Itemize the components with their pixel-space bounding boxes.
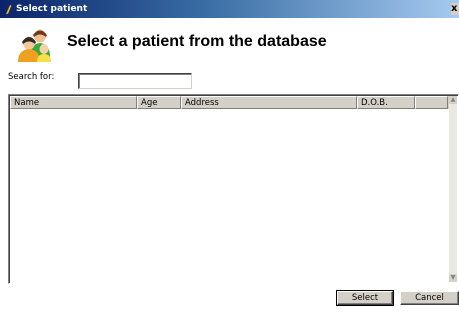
column-header-extra[interactable] <box>415 96 448 109</box>
column-header-age[interactable]: Age <box>137 96 181 109</box>
window-title: Select patient <box>16 4 88 14</box>
patient-list[interactable]: Name Age Address D.O.B. ▲ ▼ <box>8 94 459 284</box>
app-icon <box>5 4 12 14</box>
search-label: Search for: <box>8 72 55 82</box>
window-titlebar[interactable]: Select patient x <box>0 0 459 18</box>
scroll-down-arrow-icon[interactable]: ▼ <box>449 274 457 282</box>
page-title: Select a patient from the database <box>67 33 327 50</box>
close-button[interactable]: x <box>451 3 459 15</box>
column-header-dob[interactable]: D.O.B. <box>357 96 415 109</box>
vertical-scrollbar[interactable]: ▲ ▼ <box>449 96 457 282</box>
select-button[interactable]: Select <box>336 290 394 306</box>
patients-group-icon <box>18 29 51 62</box>
list-header: Name Age Address D.O.B. <box>10 96 457 109</box>
search-input[interactable] <box>78 73 192 89</box>
column-header-name[interactable]: Name <box>10 96 137 109</box>
column-header-address[interactable]: Address <box>181 96 357 109</box>
cancel-button[interactable]: Cancel <box>400 291 459 305</box>
scroll-up-arrow-icon[interactable]: ▲ <box>449 96 457 104</box>
